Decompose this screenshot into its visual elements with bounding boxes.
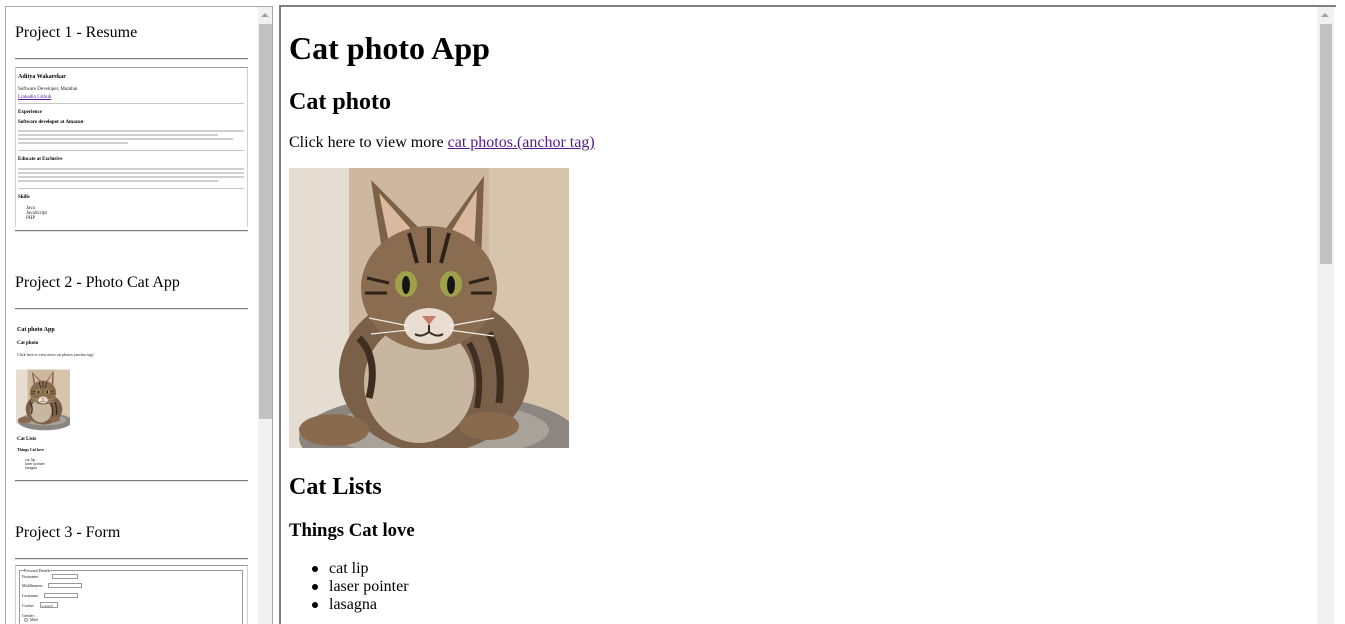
cat-preview-image: [16, 368, 70, 431]
cat-preview-text: Click here to view more cat photos.(anch…: [17, 352, 94, 357]
form-firstname-label: Firstname:: [22, 574, 40, 579]
form-male-radio[interactable]: [24, 618, 28, 622]
main-scrollbar-thumb[interactable]: [1320, 24, 1332, 264]
divider: [15, 230, 248, 232]
resume-job2: Educate at Exclusive: [18, 157, 63, 162]
left-scrollbar-thumb[interactable]: [259, 24, 272, 419]
resume-text-line: [18, 176, 244, 178]
resume-experience: Experience: [18, 110, 42, 115]
project-2-title: Project 2 - Photo Cat App: [15, 274, 180, 291]
resume-links[interactable]: Linkedin Github: [18, 95, 51, 101]
divider: [15, 480, 248, 482]
resume-text-line: [18, 142, 128, 144]
cat-photo-heading: Cat photo: [289, 89, 392, 115]
form-male-label: Male: [30, 617, 39, 622]
resume-text-line: [18, 134, 218, 136]
cat-app-preview[interactable]: Cat photo App Cat photo Click here to vi…: [15, 315, 248, 477]
cat-lists-heading: Cat Lists: [289, 474, 382, 500]
resume-text-line: [18, 172, 244, 174]
list-item: cat lip: [289, 560, 409, 578]
left-scrollbar[interactable]: [258, 7, 272, 624]
main-frame[interactable]: Cat photo App Cat photo Click here to vi…: [279, 5, 1336, 624]
form-middlename-label: Middlename:: [22, 583, 44, 588]
resume-text-line: [18, 138, 233, 140]
cat-preview-subtitle: Cat photo: [17, 341, 39, 346]
resume-text-line: [18, 168, 244, 170]
resume-text-line: [18, 180, 218, 182]
form-lastname-input[interactable]: [44, 593, 78, 598]
resume-divider: [18, 103, 244, 104]
divider: [15, 308, 248, 310]
cat-photos-link[interactable]: cat photos.(anchor tag): [448, 134, 595, 151]
resume-role: Software Developer, Mumbai: [18, 87, 78, 92]
form-middlename-input[interactable]: [48, 583, 82, 588]
divider: [15, 58, 248, 60]
left-frame[interactable]: Project 1 - Resume Aditya Wakarekar Soft…: [5, 6, 273, 624]
divider: [15, 558, 248, 560]
resume-divider: [18, 188, 244, 189]
form-lastname-label: Lastname:: [22, 593, 39, 598]
cat-preview-item: lasagna: [25, 465, 37, 470]
scroll-up-arrow-icon[interactable]: [1321, 13, 1329, 17]
cat-preview-title: Cat photo App: [17, 327, 55, 333]
cat-preview-love: Things Cat love: [17, 447, 44, 452]
project-3-title: Project 3 - Form: [15, 524, 121, 541]
form-course-label: Course:: [22, 603, 35, 608]
resume-preview[interactable]: Aditya Wakarekar Software Developer, Mum…: [15, 67, 248, 227]
project-1-title: Project 1 - Resume: [15, 24, 138, 41]
cat-photo-image: [289, 168, 569, 448]
cat-love-list: cat lip laser pointer lasagna: [289, 560, 409, 614]
list-item: laser pointer: [289, 578, 409, 596]
resume-name: Aditya Wakarekar: [18, 74, 66, 80]
cat-preview-lists: Cat Lists: [17, 437, 37, 442]
form-firstname-input[interactable]: [52, 574, 78, 579]
left-frame-content: Project 1 - Resume Aditya Wakarekar Soft…: [6, 7, 258, 624]
list-item: lasagna: [289, 596, 409, 614]
resume-job1: Software developer at Amazon: [18, 120, 84, 125]
form-preview[interactable]: Personal Details Firstname: Middlename: …: [15, 565, 248, 624]
main-scrollbar[interactable]: [1317, 7, 1334, 624]
form-course-select-value: Course ▾: [42, 604, 53, 608]
resume-divider: [18, 150, 244, 151]
things-cat-love-heading: Things Cat love: [289, 520, 415, 541]
resume-text-line: [18, 130, 244, 132]
resume-skill: PHP: [26, 216, 36, 221]
scroll-up-arrow-icon[interactable]: [261, 13, 269, 17]
view-more-label: Click here to view more: [289, 134, 448, 151]
resume-skills: Skills: [18, 195, 30, 200]
page-title: Cat photo App: [289, 30, 490, 66]
view-more-text: Click here to view more cat photos.(anch…: [289, 133, 595, 153]
